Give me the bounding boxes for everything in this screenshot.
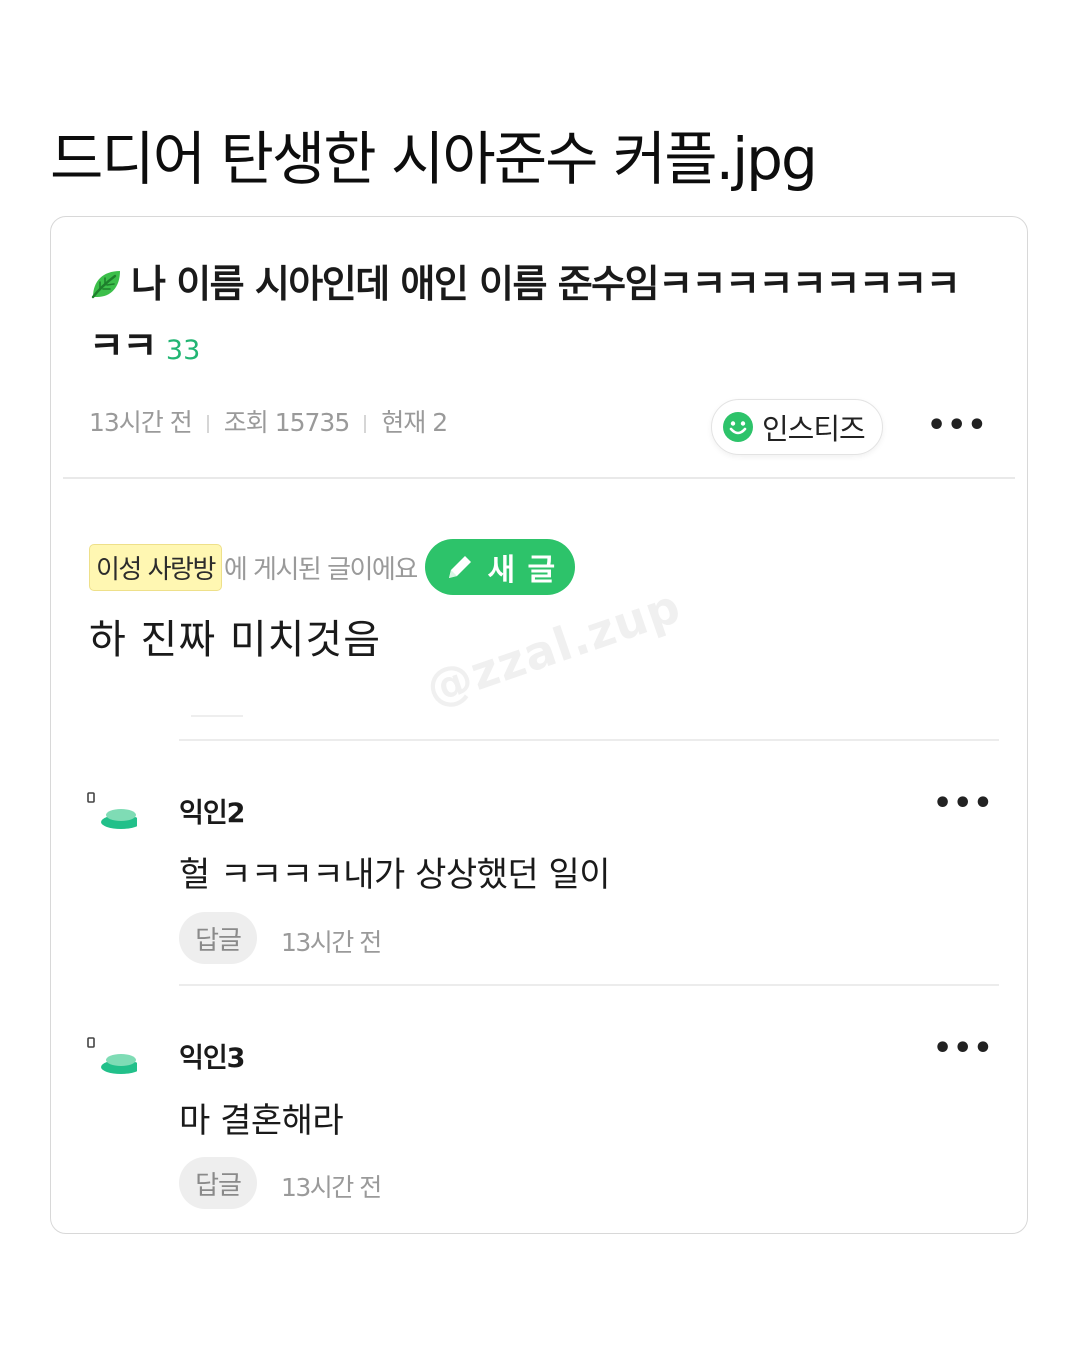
instiz-share-button[interactable]: 인스티즈: [711, 399, 883, 455]
new-post-button[interactable]: 새 글: [424, 539, 575, 595]
new-post-label: 새 글: [487, 553, 557, 588]
comment-divider: [179, 739, 999, 741]
reply-label: 답글: [195, 925, 242, 956]
post-title: 나 이름 시아인데 애인 이름 준수임ㅋㅋㅋㅋㅋㅋㅋㅋㅋㅋㅋ 33: [89, 253, 989, 382]
board-info: 이성 사랑방 에 게시된 글이에요 새 글: [89, 539, 575, 595]
page-heading: 드디어 탄생한 시아준수 커플.jpg: [50, 125, 818, 193]
avatar-icon: [87, 1037, 137, 1074]
board-name-link[interactable]: 이성 사랑방: [89, 543, 222, 591]
comment-count[interactable]: 33: [166, 335, 200, 366]
post-title-text: 나 이름 시아인데 애인 이름 준수임ㅋㅋㅋㅋㅋㅋㅋㅋㅋㅋㅋ: [89, 262, 961, 368]
view-count: 조회 15735: [223, 408, 350, 437]
meta-divider: [364, 415, 367, 433]
pencil-icon: [449, 556, 472, 578]
comment-more-button[interactable]: •••: [933, 789, 994, 819]
smiley-icon: [723, 412, 753, 442]
avatar-icon: [87, 792, 137, 829]
header-divider: [63, 477, 1015, 479]
comment-text: 마 결혼해라: [179, 1101, 344, 1141]
reply-label: 답글: [195, 1170, 242, 1201]
comment-more-button[interactable]: •••: [933, 1034, 994, 1064]
watermark: @zzal.zup: [419, 578, 688, 717]
comment-divider: [179, 984, 999, 986]
comment-author: 익인3: [179, 1043, 245, 1074]
comment-time: 13시간 전: [281, 928, 382, 957]
current-viewers: 현재 2: [381, 408, 448, 437]
post-time: 13시간 전: [89, 408, 193, 437]
leaf-icon: [91, 271, 120, 299]
post-meta: 13시간 전 조회 15735 현재 2: [89, 403, 448, 439]
post-card: 나 이름 시아인데 애인 이름 준수임ㅋㅋㅋㅋㅋㅋㅋㅋㅋㅋㅋ 33 13시간 전 조…: [50, 216, 1028, 1234]
comment-author: 익인2: [179, 798, 245, 829]
post-more-button[interactable]: •••: [927, 411, 988, 441]
post-body: 하 진짜 미치것음: [89, 617, 382, 663]
comment-text: 헐 ㅋㅋㅋㅋ내가 상상했던 일이: [179, 855, 611, 895]
board-suffix-text: 에 게시된 글이에요: [223, 554, 418, 585]
meta-divider: [206, 415, 209, 433]
body-end-line: [191, 715, 243, 717]
reply-button[interactable]: 답글: [179, 1157, 257, 1209]
comment-time: 13시간 전: [281, 1173, 382, 1202]
instiz-share-label: 인스티즈: [762, 412, 866, 446]
reply-button[interactable]: 답글: [179, 912, 257, 964]
